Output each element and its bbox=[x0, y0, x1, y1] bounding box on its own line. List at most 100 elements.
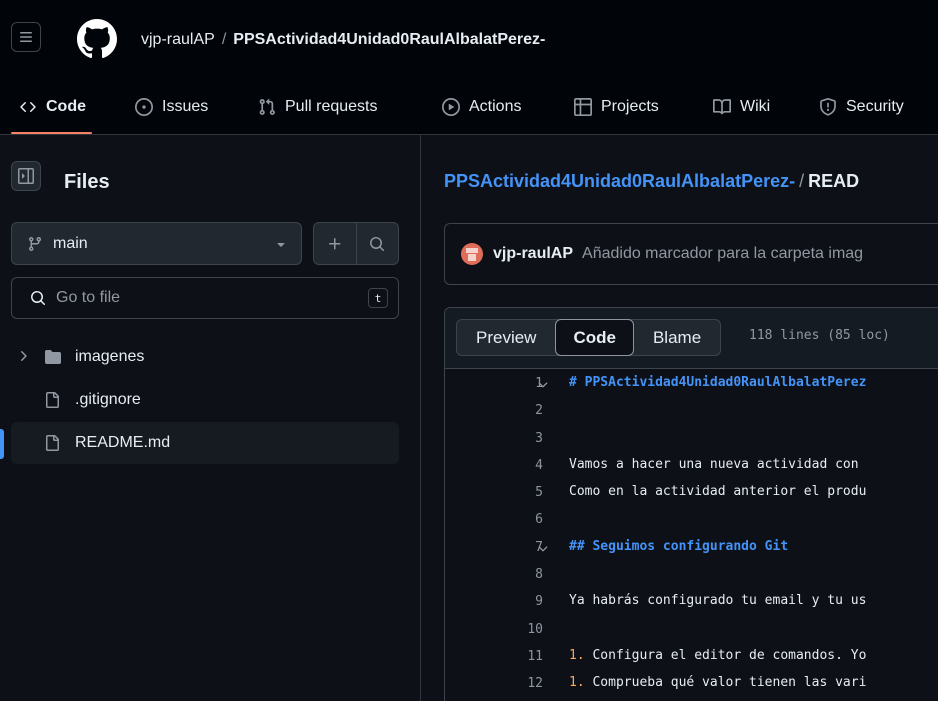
line-number[interactable]: 11 bbox=[503, 649, 543, 664]
shield-icon bbox=[819, 98, 837, 116]
plus-icon bbox=[328, 237, 341, 249]
tree-item-gitignore[interactable]: .gitignore bbox=[11, 379, 399, 421]
file-icon bbox=[46, 435, 59, 451]
book-icon bbox=[713, 98, 731, 116]
line-number[interactable]: 5 bbox=[503, 485, 543, 500]
preview-button[interactable]: Preview bbox=[457, 320, 555, 355]
line-number[interactable]: 2 bbox=[503, 403, 543, 418]
code-line: 2 bbox=[445, 396, 938, 423]
code-line: 9 Ya habrás configurado tu email y tu us bbox=[445, 587, 938, 614]
search-code-button[interactable] bbox=[355, 223, 399, 264]
code-line-text: # PPSActividad4Unidad0RaulAlbalatPerez bbox=[569, 375, 867, 390]
tab-actions[interactable]: Actions bbox=[442, 80, 521, 134]
tree-item-label: .gitignore bbox=[75, 391, 141, 408]
avatar[interactable] bbox=[461, 243, 483, 265]
folder-icon bbox=[45, 350, 61, 364]
line-number[interactable]: 12 bbox=[503, 676, 543, 691]
code-line: 5 Como en la actividad anterior el produ bbox=[445, 478, 938, 505]
play-icon bbox=[442, 98, 460, 116]
tab-label: Pull requests bbox=[285, 98, 378, 115]
tab-wiki[interactable]: Wiki bbox=[713, 80, 770, 134]
branch-select-button[interactable]: main bbox=[11, 222, 302, 265]
selected-item-marker bbox=[0, 429, 4, 459]
repo-owner-link[interactable]: vjp-raulAP bbox=[141, 31, 215, 48]
table-icon bbox=[574, 98, 592, 116]
file-line-count: 118 lines (85 loc) bbox=[749, 328, 890, 343]
git-pull-request-icon bbox=[258, 98, 276, 116]
code-icon bbox=[19, 99, 37, 115]
code-line: 8 bbox=[445, 560, 938, 587]
tab-code[interactable]: Code bbox=[11, 80, 92, 134]
chevron-right-icon bbox=[21, 351, 27, 361]
code-viewer: Preview Code Blame 118 lines (85 loc) 1#… bbox=[444, 307, 938, 701]
tree-item-imagenes[interactable]: imagenes bbox=[11, 336, 399, 378]
tab-pull-requests[interactable]: Pull requests bbox=[258, 80, 378, 134]
repo-nav-tabs: Code Issues Pull requests Actions Projec… bbox=[0, 80, 938, 135]
line-number[interactable]: 4 bbox=[503, 458, 543, 473]
repo-name-link[interactable]: PPSActividad4Unidad0RaulAlbalatPerez- bbox=[233, 31, 545, 48]
triangle-down-icon bbox=[277, 242, 285, 247]
code-line: 1# PPSActividad4Unidad0RaulAlbalatPerez bbox=[445, 369, 938, 396]
code-line: 4 Vamos a hacer una nueva actividad con bbox=[445, 451, 938, 478]
code-view-button[interactable]: Code bbox=[555, 319, 634, 356]
fold-chevron-down-icon[interactable] bbox=[536, 542, 550, 556]
line-number[interactable]: 9 bbox=[503, 594, 543, 609]
list-text: Configura el editor de comandos. Yo bbox=[584, 647, 867, 663]
tab-label: Actions bbox=[469, 98, 522, 115]
breadcrumb-file: READ bbox=[808, 171, 860, 191]
tab-label: Code bbox=[46, 98, 86, 115]
search-icon bbox=[31, 291, 46, 306]
repo-path: vjp-raulAP / PPSActividad4Unidad0RaulAlbal… bbox=[141, 31, 545, 49]
breadcrumb-repo-link[interactable]: PPSActividad4Unidad0RaulAlbalatPerez- bbox=[444, 171, 795, 191]
keyboard-shortcut-hint: t bbox=[368, 288, 388, 308]
commit-author-link[interactable]: vjp-raulAP bbox=[493, 245, 573, 263]
tab-label: Projects bbox=[601, 98, 659, 115]
code-line-text: 1. Configura el editor de comandos. Yo bbox=[569, 648, 866, 663]
hamburger-icon bbox=[20, 32, 32, 42]
code-viewer-header: Preview Code Blame 118 lines (85 loc) bbox=[445, 308, 938, 369]
code-line: 3 bbox=[445, 424, 938, 451]
fold-chevron-down-icon[interactable] bbox=[536, 378, 550, 392]
hamburger-menu-button[interactable] bbox=[11, 22, 41, 52]
file-view: PPSActividad4Unidad0RaulAlbalatPerez- / RE… bbox=[422, 135, 938, 701]
code-line: 6 bbox=[445, 505, 938, 532]
line-number[interactable]: 8 bbox=[503, 567, 543, 582]
files-title: Files bbox=[64, 171, 110, 193]
commit-message-link[interactable]: Añadido marcador para la carpeta imag bbox=[582, 245, 863, 263]
tree-item-label: README.md bbox=[75, 434, 171, 451]
breadcrumb-separator: / bbox=[799, 171, 805, 191]
code-lines: 1# PPSActividad4Unidad0RaulAlbalatPerez 2… bbox=[445, 369, 938, 697]
code-line-text: ## Seguimos configurando Git bbox=[569, 538, 789, 554]
top-bar: vjp-raulAP / PPSActividad4Unidad0RaulAlbal… bbox=[0, 0, 938, 80]
go-to-file-placeholder: Go to file bbox=[56, 289, 121, 306]
code-line: 7## Seguimos configurando Git bbox=[445, 533, 938, 560]
code-line: 11 1. Configura el editor de comandos. Yo bbox=[445, 642, 938, 669]
tree-item-readme[interactable]: README.md bbox=[11, 422, 399, 464]
code-line: 10 bbox=[445, 615, 938, 642]
line-number[interactable]: 6 bbox=[503, 512, 543, 527]
git-branch-icon bbox=[28, 236, 41, 251]
go-to-file-input[interactable]: Go to file t bbox=[11, 277, 399, 319]
tab-label: Security bbox=[846, 98, 904, 115]
blame-button[interactable]: Blame bbox=[634, 320, 720, 355]
file-breadcrumb: PPSActividad4Unidad0RaulAlbalatPerez- / RE… bbox=[444, 171, 859, 192]
file-icon bbox=[46, 392, 59, 408]
tab-security[interactable]: Security bbox=[819, 80, 904, 134]
tab-issues[interactable]: Issues bbox=[135, 80, 208, 134]
tree-item-label: imagenes bbox=[75, 348, 145, 365]
tab-label: Issues bbox=[162, 98, 209, 115]
tab-projects[interactable]: Projects bbox=[574, 80, 659, 134]
view-mode-segmented-control: Preview Code Blame bbox=[456, 319, 722, 356]
file-actions-group bbox=[313, 222, 399, 265]
line-number[interactable]: 10 bbox=[503, 622, 543, 637]
line-number[interactable]: 3 bbox=[503, 431, 543, 446]
search-icon bbox=[370, 236, 385, 251]
collapse-sidebar-button[interactable] bbox=[11, 161, 41, 191]
add-file-button[interactable] bbox=[314, 223, 356, 264]
file-tree-sidebar: Files main Go to file t imagenes .gitign… bbox=[0, 135, 421, 701]
code-line-text: 1. Comprueba qué valor tienen las vari bbox=[569, 675, 866, 690]
code-line: 12 1. Comprueba qué valor tienen las vari bbox=[445, 669, 938, 696]
user-avatar-icon bbox=[466, 248, 478, 261]
list-marker: 1. bbox=[569, 675, 585, 691]
github-logo-icon[interactable] bbox=[77, 19, 117, 59]
